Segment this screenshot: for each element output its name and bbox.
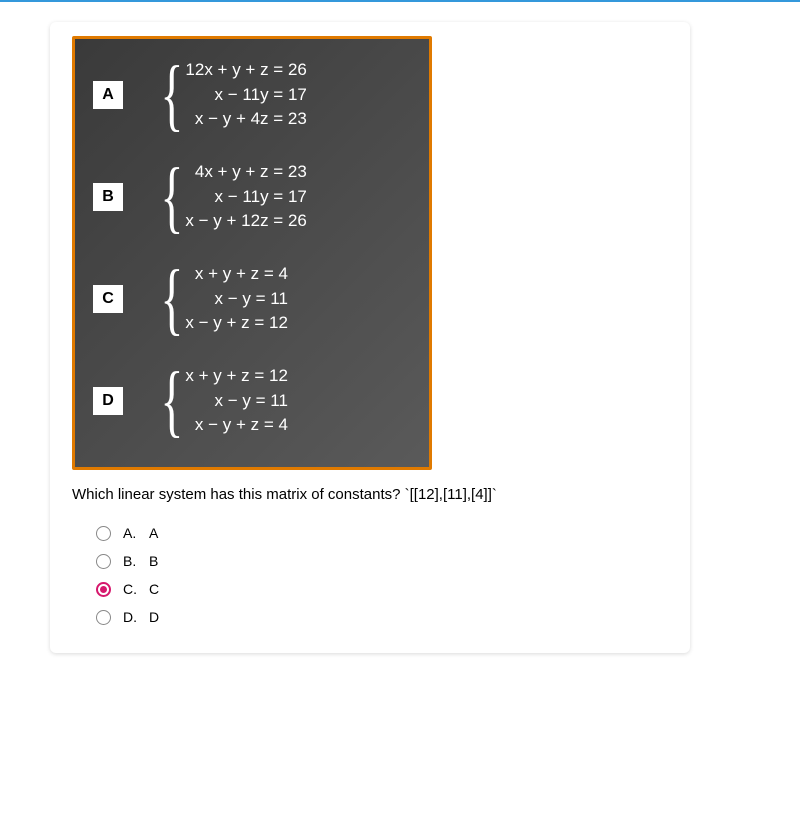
answer-option-d[interactable]: D. D	[96, 609, 672, 625]
answer-label: C	[149, 581, 159, 597]
system-option-b: B { 4x + y + z = 23 x − 11y = 17 x − y +…	[93, 159, 411, 235]
option-badge: C	[93, 285, 123, 313]
equation-list: 4x + y + z = 23 x − 11y = 17 x − y + 12z…	[185, 159, 306, 235]
equation-board-frame: A { 12x + y + z = 26 x − 11y = 17 x − y …	[72, 36, 432, 470]
question-text: Which linear system has this matrix of c…	[72, 486, 672, 503]
option-badge: A	[93, 81, 123, 109]
answer-letter: A.	[123, 525, 139, 541]
answer-letter: C.	[123, 581, 139, 597]
question-card: A { 12x + y + z = 26 x − 11y = 17 x − y …	[50, 22, 690, 653]
equation-system: { 12x + y + z = 26 x − 11y = 17 x − y + …	[145, 57, 307, 133]
equation-line: x + y + z = 4	[185, 262, 288, 287]
answer-label: D	[149, 609, 159, 625]
system-option-d: D { x + y + z = 12 x − y = 11 x − y + z …	[93, 363, 411, 439]
answer-label: B	[149, 553, 158, 569]
option-badge: B	[93, 183, 123, 211]
equation-line: x − y + 4z = 23	[185, 107, 306, 132]
equation-line: 12x + y + z = 26	[185, 58, 306, 83]
system-option-a: A { 12x + y + z = 26 x − 11y = 17 x − y …	[93, 57, 411, 133]
system-option-c: C { x + y + z = 4 x − y = 11 x − y + z =…	[93, 261, 411, 337]
answer-option-c[interactable]: C. C	[96, 581, 672, 597]
equation-line: x − y + 12z = 26	[185, 209, 306, 234]
equation-list: x + y + z = 4 x − y = 11 x − y + z = 12	[185, 261, 288, 337]
equation-line: x − 11y = 17	[185, 83, 306, 108]
equation-line: x + y + z = 12	[185, 364, 288, 389]
answer-list: A. A B. B C. C D. D	[96, 525, 672, 625]
equation-list: x + y + z = 12 x − y = 11 x − y + z = 4	[185, 363, 288, 439]
equation-line: x − y = 11	[185, 287, 288, 312]
left-brace-icon: {	[160, 159, 183, 235]
left-brace-icon: {	[160, 57, 183, 133]
equation-system: { x + y + z = 4 x − y = 11 x − y + z = 1…	[145, 261, 288, 337]
answer-option-a[interactable]: A. A	[96, 525, 672, 541]
answer-option-b[interactable]: B. B	[96, 553, 672, 569]
equation-line: x − y = 11	[185, 389, 288, 414]
option-badge: D	[93, 387, 123, 415]
radio-icon[interactable]	[96, 610, 111, 625]
radio-icon[interactable]	[96, 526, 111, 541]
equation-board: A { 12x + y + z = 26 x − 11y = 17 x − y …	[75, 39, 429, 467]
left-brace-icon: {	[160, 261, 183, 337]
equation-line: x − y + z = 4	[185, 413, 288, 438]
radio-icon[interactable]	[96, 582, 111, 597]
answer-letter: B.	[123, 553, 139, 569]
answer-label: A	[149, 525, 158, 541]
equation-line: x − y + z = 12	[185, 311, 288, 336]
equation-system: { x + y + z = 12 x − y = 11 x − y + z = …	[145, 363, 288, 439]
equation-line: 4x + y + z = 23	[185, 160, 306, 185]
radio-icon[interactable]	[96, 554, 111, 569]
left-brace-icon: {	[160, 363, 183, 439]
answer-letter: D.	[123, 609, 139, 625]
equation-list: 12x + y + z = 26 x − 11y = 17 x − y + 4z…	[185, 57, 306, 133]
equation-system: { 4x + y + z = 23 x − 11y = 17 x − y + 1…	[145, 159, 307, 235]
equation-line: x − 11y = 17	[185, 185, 306, 210]
